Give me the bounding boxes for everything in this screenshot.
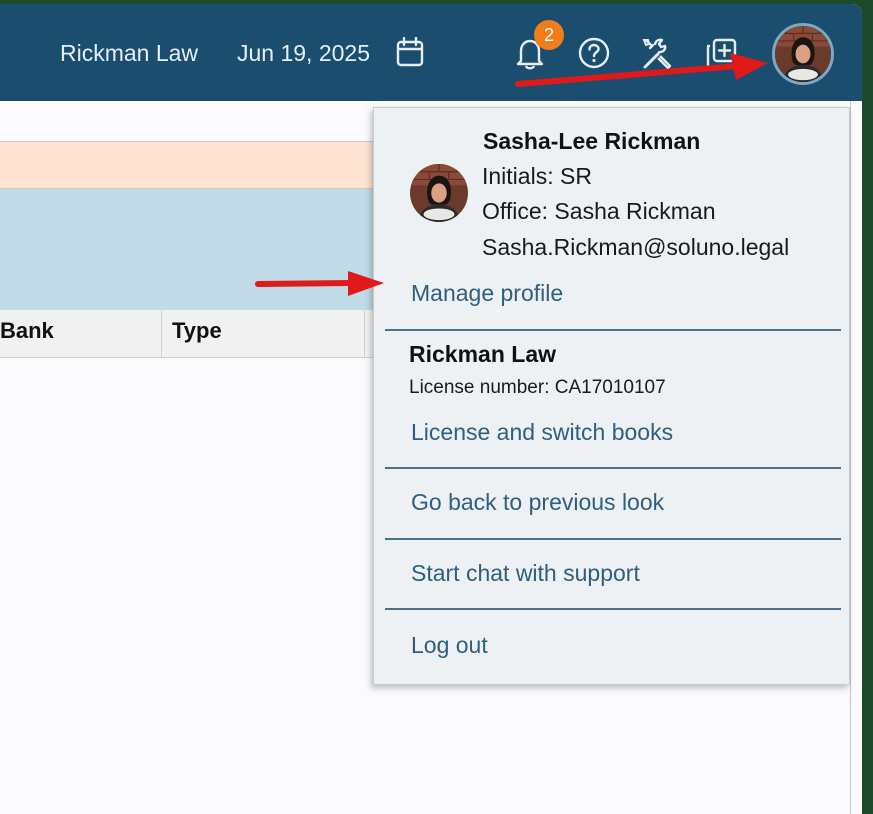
menu-divider bbox=[385, 538, 841, 540]
firm-title: Rickman Law bbox=[409, 341, 556, 367]
notification-badge[interactable]: 2 bbox=[534, 20, 564, 50]
user-avatar-button[interactable] bbox=[772, 23, 834, 85]
column-header-bank[interactable]: Bank bbox=[0, 310, 162, 358]
annotation-arrow-profile bbox=[255, 271, 384, 296]
user-email: Sasha.Rickman@soluno.legal bbox=[482, 234, 790, 260]
user-initials: Initials: SR bbox=[482, 163, 592, 189]
calendar-icon[interactable] bbox=[396, 37, 424, 67]
window-right-edge bbox=[850, 101, 862, 814]
support-chat-link[interactable]: Start chat with support bbox=[411, 560, 640, 587]
user-office: Office: Sasha Rickman bbox=[482, 198, 716, 224]
current-date: Jun 19, 2025 bbox=[237, 40, 371, 66]
user-photo bbox=[775, 26, 831, 82]
column-header-type[interactable]: Type bbox=[162, 310, 365, 358]
manage-profile-link[interactable]: Manage profile bbox=[411, 280, 563, 307]
profile-menu: Sasha-Lee Rickman Initials: SR Office: S… bbox=[373, 107, 850, 685]
user-photo bbox=[410, 164, 468, 222]
license-switch-books-link[interactable]: License and switch books bbox=[411, 419, 673, 446]
license-number: License number: CA17010107 bbox=[409, 377, 666, 398]
avatar bbox=[410, 164, 468, 222]
menu-divider bbox=[385, 329, 841, 331]
firm-name[interactable]: Rickman Law bbox=[60, 40, 198, 67]
menu-divider bbox=[385, 467, 841, 469]
menu-divider bbox=[385, 608, 841, 610]
annotation-arrow-avatar bbox=[515, 53, 768, 87]
logout-link[interactable]: Log out bbox=[411, 632, 488, 659]
user-name: Sasha-Lee Rickman bbox=[483, 128, 701, 154]
app-window: Rickman Law Jun 19, 2025 2 Bank Type Sas… bbox=[0, 4, 862, 814]
previous-look-link[interactable]: Go back to previous look bbox=[411, 489, 664, 516]
